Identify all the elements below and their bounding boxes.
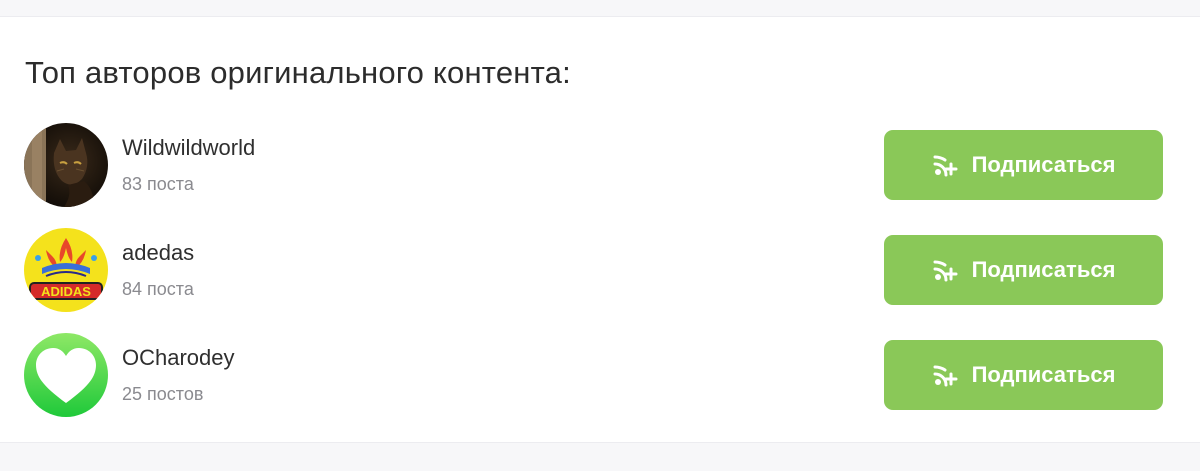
cat-photo-avatar-icon xyxy=(24,123,108,207)
author-row: OCharodey 25 постов Подписаться xyxy=(0,333,1200,423)
author-name[interactable]: adedas xyxy=(122,240,194,266)
subscribe-label: Подписаться xyxy=(971,362,1116,387)
heart-avatar-icon xyxy=(24,333,108,417)
rss-plus-icon xyxy=(932,362,958,388)
author-post-count: 84 поста xyxy=(122,279,194,299)
author-post-count: 83 поста xyxy=(122,174,194,194)
author-avatar[interactable]: ADIDAS xyxy=(24,228,108,312)
rss-plus-icon xyxy=(932,152,958,178)
author-avatar[interactable] xyxy=(24,333,108,417)
adidas-logo-avatar-icon: ADIDAS xyxy=(24,228,108,312)
rss-plus-icon xyxy=(932,257,958,283)
author-row: Wildwildworld 83 поста Подписаться xyxy=(0,123,1200,213)
adidas-logo-text: ADIDAS xyxy=(41,284,91,299)
subscribe-button[interactable]: Подписаться xyxy=(884,235,1163,305)
author-name[interactable]: Wildwildworld xyxy=(122,135,255,161)
top-strip xyxy=(0,0,1200,16)
subscribe-button[interactable]: Подписаться xyxy=(884,130,1163,200)
section-title: Топ авторов оригинального контента: xyxy=(25,55,571,90)
subscribe-label: Подписаться xyxy=(971,152,1116,177)
author-name[interactable]: OCharodey xyxy=(122,345,235,371)
top-authors-card: Топ авторов оригинального контента: Wild… xyxy=(0,16,1200,443)
author-row: ADIDAS adedas 84 поста Подписаться xyxy=(0,228,1200,318)
subscribe-button[interactable]: Подписаться xyxy=(884,340,1163,410)
author-post-count: 25 постов xyxy=(122,384,204,404)
author-avatar[interactable] xyxy=(24,123,108,207)
subscribe-label: Подписаться xyxy=(971,257,1116,282)
